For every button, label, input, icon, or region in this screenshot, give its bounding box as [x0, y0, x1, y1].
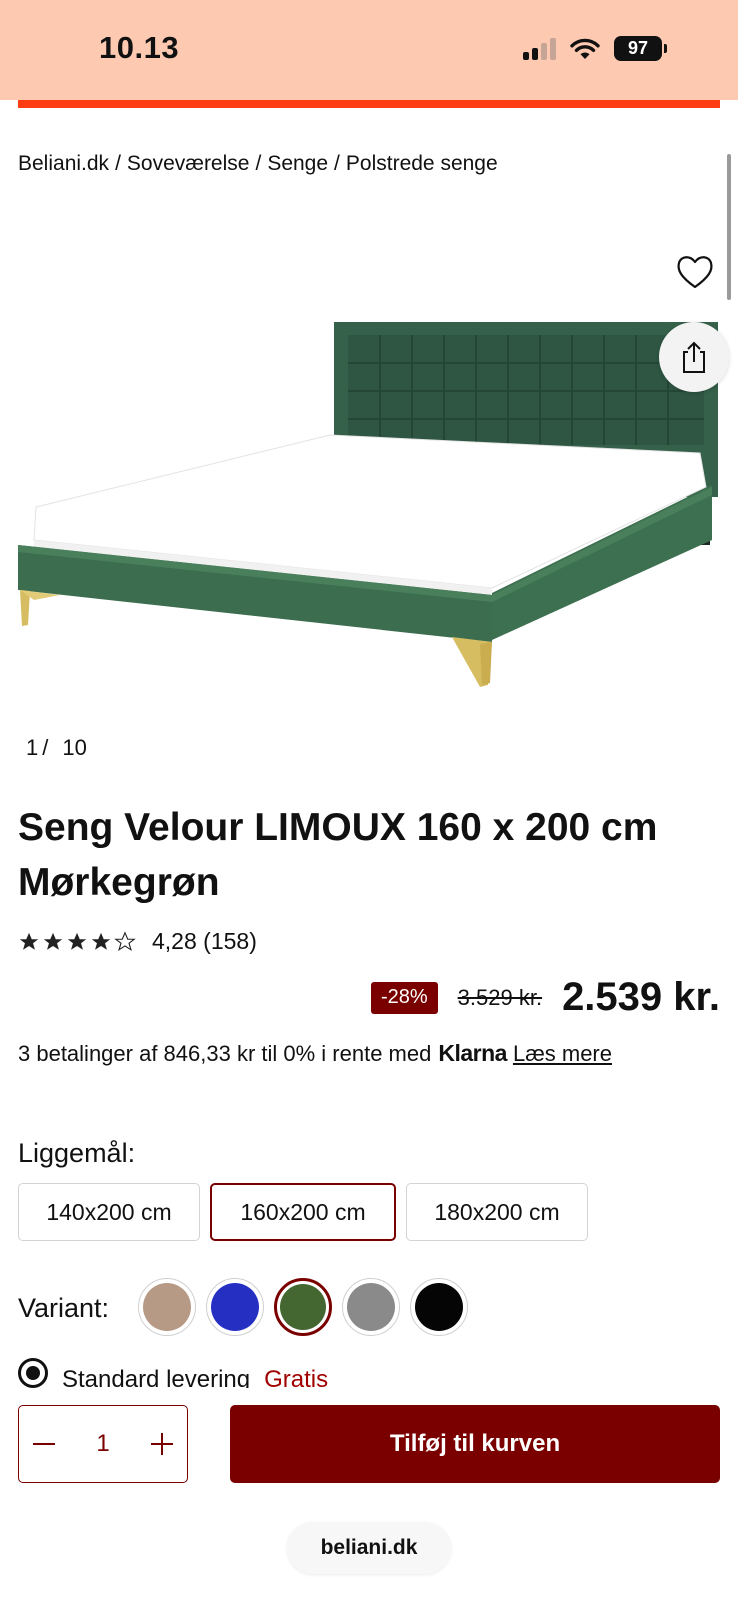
star-icon: [91, 932, 111, 950]
current-price: 2.539 kr.: [562, 975, 720, 1019]
status-time: 10.13: [99, 30, 180, 65]
share-icon: [683, 341, 705, 373]
battery-indicator: 97: [614, 36, 667, 61]
product-title: Seng Velour LIMOUX 160 x 200 cm Mørkegrø…: [18, 806, 658, 904]
breadcrumb-bedroom[interactable]: Soveværelse: [127, 152, 250, 175]
variant-swatch-black[interactable]: [410, 1278, 468, 1336]
delivery-option[interactable]: Standard levering Gratis: [18, 1358, 718, 1388]
star-outline-icon: [114, 930, 136, 951]
variant-swatch-grey[interactable]: [342, 1278, 400, 1336]
variant-swatch-green[interactable]: [274, 1278, 332, 1336]
wifi-icon: [570, 38, 600, 59]
plus-icon: [150, 1433, 173, 1455]
rating-value: 4,28 (158): [152, 928, 257, 954]
swatch-color: [347, 1283, 395, 1331]
status-bar: 10.13 97: [0, 0, 738, 100]
variant-swatches: [138, 1278, 468, 1336]
decrease-quantity-button[interactable]: [29, 1429, 59, 1459]
size-option-160x200[interactable]: 160x200 cm: [210, 1183, 396, 1241]
size-option-140x200[interactable]: 140x200 cm: [18, 1183, 200, 1241]
swatch-color: [143, 1283, 191, 1331]
quantity-stepper: 1: [18, 1405, 188, 1483]
size-options: 140x200 cm 160x200 cm 180x200 cm: [18, 1183, 588, 1241]
delivery-label: Standard levering: [62, 1366, 251, 1388]
breadcrumb-beds[interactable]: Senge: [267, 152, 328, 175]
variant-swatch-blue[interactable]: [206, 1278, 264, 1336]
delivery-radio[interactable]: [18, 1358, 48, 1388]
installment-info: 3 betalinger af 846,33 kr til 0% i rente…: [18, 1040, 612, 1067]
klarna-logo: Klarna: [438, 1040, 507, 1066]
cellular-signal-icon: [523, 37, 556, 60]
breadcrumb-upholstered-beds[interactable]: Polstrede senge: [346, 152, 498, 175]
product-rating[interactable]: 4,28 (158): [18, 928, 257, 955]
increase-quantity-button[interactable]: [147, 1429, 177, 1459]
breadcrumb: Beliani.dk / Soveværelse / Senge / Polstrede s…: [18, 152, 498, 175]
quantity-value[interactable]: 1: [96, 1430, 109, 1458]
size-label: Liggemål:: [18, 1138, 136, 1168]
add-to-cart-button[interactable]: Tilføj til kurven: [230, 1405, 720, 1483]
star-icon: [19, 932, 39, 950]
old-price: 3.529 kr.: [457, 984, 543, 1010]
status-icons: 97: [523, 36, 667, 61]
variant-label: Variant:: [18, 1293, 110, 1323]
star-icon: [43, 932, 63, 950]
minus-icon: [33, 1443, 55, 1445]
rating-stars: [18, 930, 136, 953]
star-icon: [67, 932, 87, 950]
variant-swatch-beige[interactable]: [138, 1278, 196, 1336]
swatch-color: [415, 1283, 463, 1331]
read-more-link[interactable]: Læs mere: [513, 1041, 612, 1067]
image-pager: 1/10: [26, 735, 87, 760]
heart-icon[interactable]: [675, 252, 715, 292]
swatch-color: [280, 1284, 326, 1330]
product-image: [18, 322, 718, 687]
discount-badge: -28%: [370, 981, 438, 1014]
installment-text: 3 betalinger af 846,33 kr til 0% i rente…: [18, 1040, 432, 1066]
share-button[interactable]: [659, 322, 729, 392]
swatch-color: [211, 1283, 259, 1331]
browser-url-bar[interactable]: beliani.dk: [287, 1522, 451, 1574]
size-option-180x200[interactable]: 180x200 cm: [406, 1183, 588, 1241]
breadcrumb-home[interactable]: Beliani.dk: [18, 152, 109, 175]
header-accent-bar: [18, 100, 720, 108]
product-image-gallery[interactable]: [0, 195, 738, 715]
delivery-price: Gratis: [264, 1366, 329, 1388]
price-row: -28% 3.529 kr. 2.539 kr.: [370, 975, 720, 1020]
